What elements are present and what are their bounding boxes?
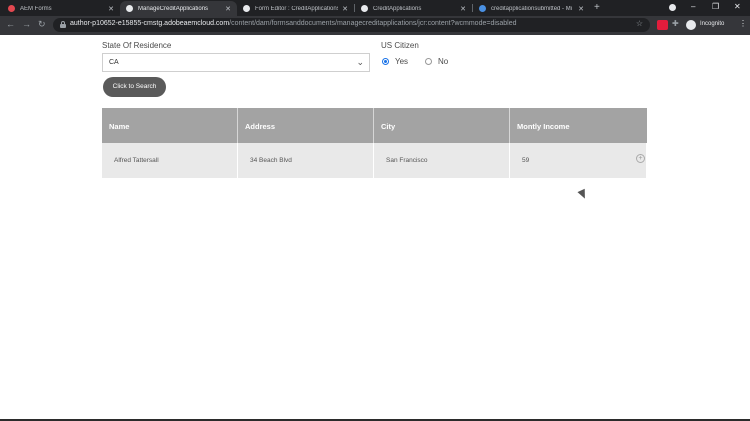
tab-credit-applications[interactable]: CreditApplications ✕ bbox=[355, 1, 472, 16]
tab-credit-application-submitted[interactable]: creditapplicationsubmitted - Mi ✕ bbox=[473, 1, 590, 16]
url-text[interactable]: author-p10652-e15855-cmstg.adobeaemcloud… bbox=[70, 20, 517, 27]
incognito-label: Incognito bbox=[700, 21, 725, 27]
browser-tab-strip: AEM Forms ✕ ManageCreditApplications ✕ F… bbox=[0, 0, 750, 16]
table-row[interactable]: Alfred Tattersall 34 Beach Blvd San Fran… bbox=[102, 143, 647, 178]
tab-title: ManageCreditApplications bbox=[138, 5, 209, 12]
incognito-icon[interactable] bbox=[686, 20, 696, 30]
cell-monthly-income: 59 bbox=[510, 143, 647, 178]
adobe-icon bbox=[8, 5, 15, 12]
back-arrow-icon[interactable]: ← bbox=[6, 19, 15, 29]
credit-applications-table: Name Address City Montly Income Alfred T… bbox=[102, 108, 647, 178]
mouse-cursor-icon bbox=[577, 188, 589, 201]
close-icon[interactable]: ✕ bbox=[108, 5, 114, 13]
state-of-residence-label: State Of Residence bbox=[102, 41, 172, 50]
state-of-residence-select[interactable]: CA ⌄ bbox=[102, 53, 370, 72]
address-bar[interactable]: author-p10652-e15855-cmstg.adobeaemcloud… bbox=[53, 18, 650, 32]
tab-manage-credit-applications[interactable]: ManageCreditApplications ✕ bbox=[120, 1, 237, 16]
url-path: /content/dam/formsanddocuments/managecre… bbox=[229, 20, 517, 27]
close-icon[interactable]: ✕ bbox=[578, 5, 584, 13]
url-host: author-p10652-e15855-cmstg.adobeaemcloud… bbox=[70, 20, 230, 27]
tab-title: CreditApplications bbox=[373, 5, 422, 12]
close-window-button[interactable]: ✕ bbox=[734, 2, 741, 11]
tab-title: creditapplicationsubmitted - Mi bbox=[491, 5, 573, 12]
globe-icon bbox=[126, 5, 133, 12]
close-icon[interactable]: ✕ bbox=[460, 5, 466, 13]
extensions-puzzle-icon[interactable]: ✚ bbox=[672, 19, 679, 28]
click-to-search-button[interactable]: Click to Search bbox=[103, 77, 166, 97]
expand-row-icon[interactable]: + bbox=[636, 154, 645, 163]
lock-icon bbox=[60, 21, 66, 28]
us-citizen-no-radio[interactable] bbox=[425, 58, 432, 65]
us-citizen-label: US Citizen bbox=[381, 41, 419, 50]
cell-city: San Francisco bbox=[374, 143, 510, 178]
state-select-value: CA bbox=[109, 59, 119, 66]
us-citizen-yes-label: Yes bbox=[395, 57, 409, 66]
maximize-button[interactable]: ❐ bbox=[712, 2, 719, 11]
column-header-monthly-income[interactable]: Montly Income bbox=[510, 108, 647, 143]
column-header-name[interactable]: Name bbox=[102, 108, 238, 143]
us-citizen-yes-radio[interactable] bbox=[382, 58, 389, 65]
chevron-down-icon: ⌄ bbox=[356, 57, 364, 67]
column-header-address[interactable]: Address bbox=[238, 108, 374, 143]
tab-form-editor[interactable]: Form Editor : CreditApplications ✕ bbox=[237, 1, 354, 16]
tab-title: AEM Forms bbox=[20, 5, 52, 12]
table-header: Name Address City Montly Income bbox=[102, 108, 647, 143]
minimize-button[interactable]: – bbox=[691, 2, 695, 11]
browser-menu-icon[interactable]: ⋮ bbox=[739, 19, 747, 28]
profile-icon[interactable] bbox=[669, 4, 676, 11]
tab-title: Form Editor : CreditApplications bbox=[255, 5, 339, 12]
adblock-extension-icon[interactable] bbox=[657, 20, 668, 30]
forward-arrow-icon[interactable]: → bbox=[22, 19, 31, 29]
close-icon[interactable]: ✕ bbox=[342, 5, 348, 13]
page-content: State Of Residence CA ⌄ US Citizen Yes N… bbox=[0, 35, 750, 421]
globe-icon bbox=[243, 5, 250, 12]
cell-name: Alfred Tattersall bbox=[102, 143, 238, 178]
new-tab-button[interactable]: + bbox=[594, 2, 600, 13]
azure-icon bbox=[479, 5, 486, 12]
bookmark-star-icon[interactable]: ☆ bbox=[636, 19, 643, 28]
globe-icon bbox=[361, 5, 368, 12]
close-icon[interactable]: ✕ bbox=[225, 5, 231, 13]
cell-address: 34 Beach Blvd bbox=[238, 143, 374, 178]
tab-aem-forms[interactable]: AEM Forms ✕ bbox=[2, 1, 120, 16]
us-citizen-no-label: No bbox=[438, 57, 449, 66]
reload-icon[interactable]: ↻ bbox=[38, 19, 46, 30]
browser-toolbar: ← → ↻ author-p10652-e15855-cmstg.adobeae… bbox=[0, 16, 750, 35]
column-header-city[interactable]: City bbox=[374, 108, 510, 143]
